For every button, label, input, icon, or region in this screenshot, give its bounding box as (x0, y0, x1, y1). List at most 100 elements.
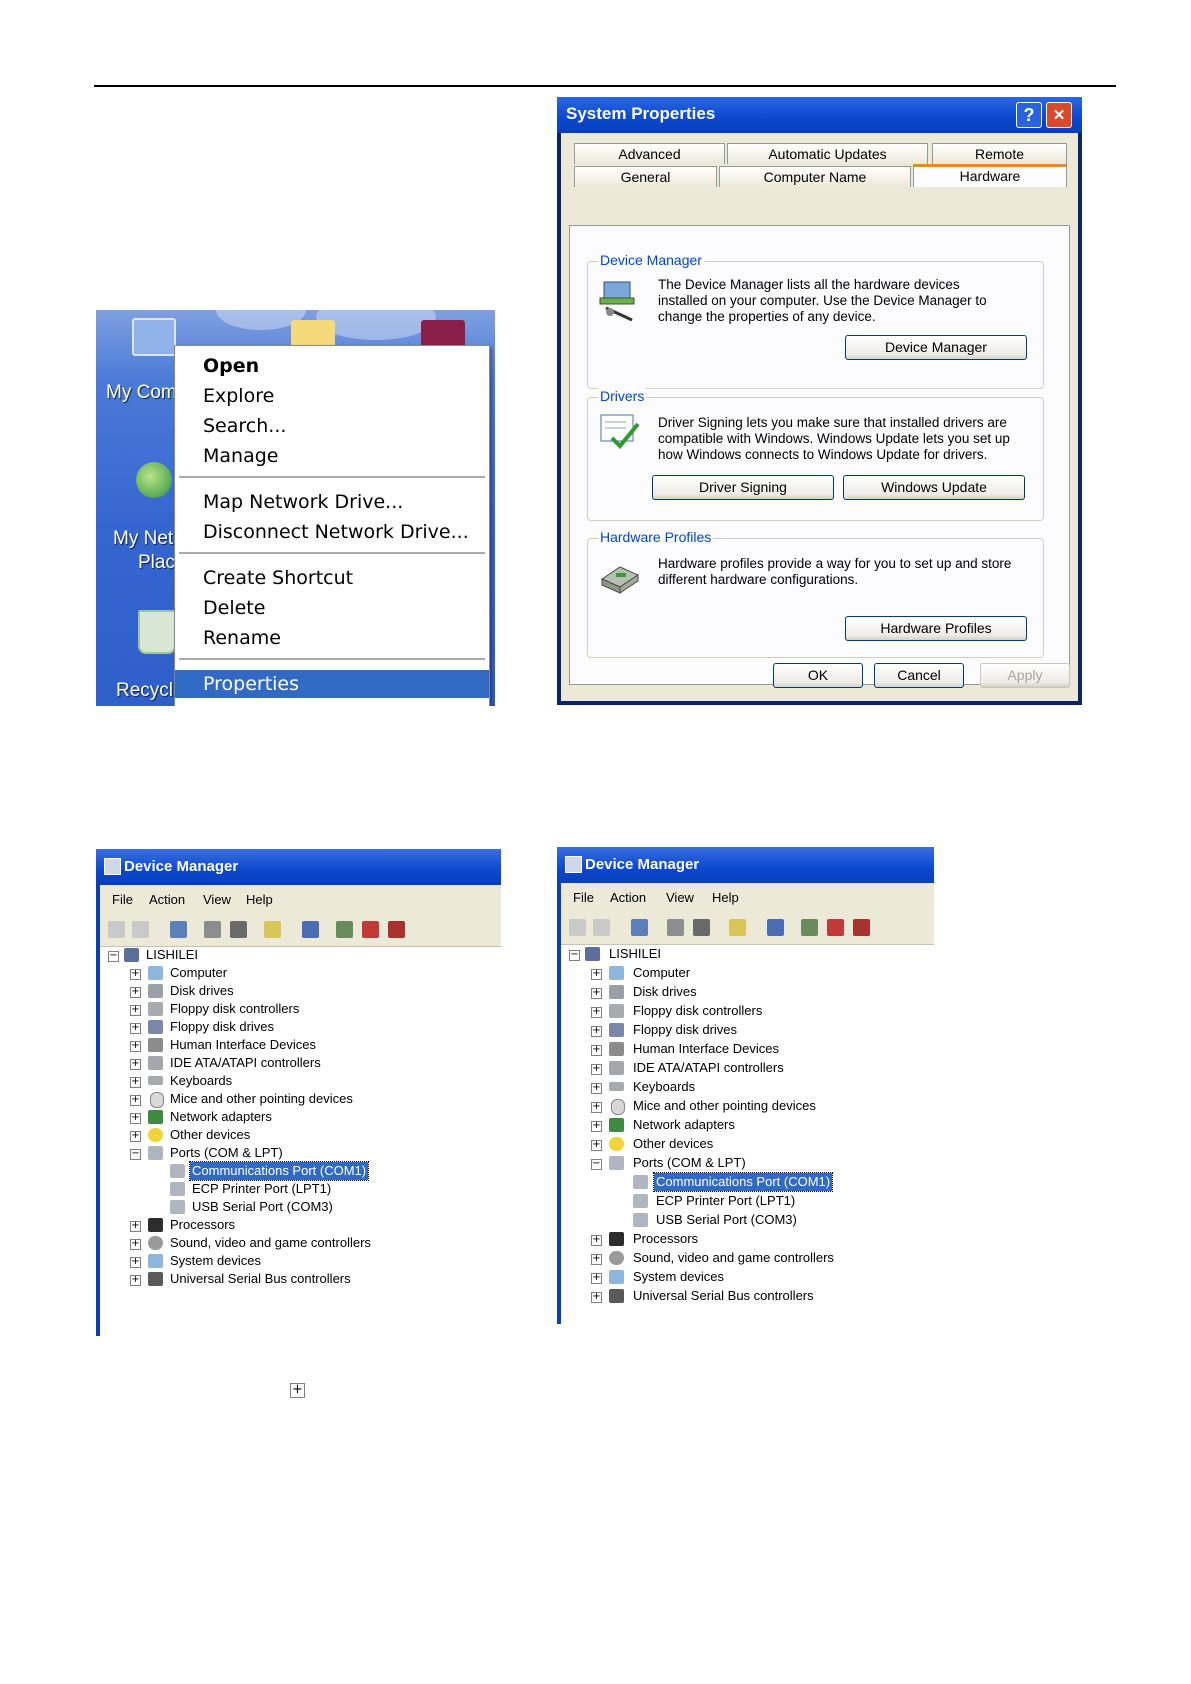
tree-item-keyboards[interactable]: Keyboards (633, 1078, 695, 1096)
expand-toggle[interactable]: + (130, 969, 141, 980)
update-driver-icon[interactable] (801, 919, 818, 936)
tab-general[interactable]: General (574, 166, 717, 187)
menu-item-disconnect-network-drive[interactable]: Disconnect Network Drive... (175, 518, 489, 546)
expand-toggle[interactable]: + (130, 987, 141, 998)
tree-item-ports[interactable]: Ports (COM & LPT) (170, 1144, 283, 1162)
menu-item-rename[interactable]: Rename (175, 624, 489, 652)
menu-file[interactable]: File (112, 892, 133, 907)
tree-item-keyboards[interactable]: Keyboards (170, 1072, 232, 1090)
menu-item-manage[interactable]: Manage (175, 442, 489, 470)
tree-item-disk-drives[interactable]: Disk drives (633, 983, 697, 1001)
expand-toggle[interactable]: + (591, 1235, 602, 1246)
ok-button[interactable]: OK (773, 663, 863, 688)
expand-toggle[interactable]: + (130, 1275, 141, 1286)
tree-item-com1[interactable]: Communications Port (COM1) (188, 1161, 370, 1181)
menu-help[interactable]: Help (712, 890, 739, 905)
tree-item-network-adapters[interactable]: Network adapters (633, 1116, 735, 1134)
expand-toggle[interactable]: + (130, 1023, 141, 1034)
tree-item-floppy-controllers[interactable]: Floppy disk controllers (633, 1002, 762, 1020)
tree-item-computer[interactable]: Computer (633, 964, 690, 982)
expand-toggle[interactable]: + (591, 988, 602, 999)
tree-item-disk-drives[interactable]: Disk drives (170, 982, 234, 1000)
menu-item-properties[interactable]: Properties (175, 670, 489, 698)
help-icon[interactable] (264, 921, 281, 938)
print-icon[interactable] (693, 919, 710, 936)
tree-item-sound[interactable]: Sound, video and game controllers (633, 1249, 834, 1267)
tree-item-floppy-drives[interactable]: Floppy disk drives (633, 1021, 737, 1039)
expand-toggle[interactable]: + (130, 1221, 141, 1232)
tree-item-com3[interactable]: USB Serial Port (COM3) (656, 1211, 797, 1229)
tree-item-ide[interactable]: IDE ATA/ATAPI controllers (633, 1059, 784, 1077)
title-bar[interactable]: System Properties ? ✕ (557, 97, 1082, 133)
tab-automatic-updates[interactable]: Automatic Updates (727, 143, 928, 164)
tab-remote[interactable]: Remote (932, 143, 1067, 164)
uninstall-icon[interactable] (362, 921, 379, 938)
uninstall-icon[interactable] (827, 919, 844, 936)
tree-item-lpt1[interactable]: ECP Printer Port (LPT1) (192, 1180, 331, 1198)
tree-item-usb[interactable]: Universal Serial Bus controllers (170, 1270, 351, 1288)
collapse-toggle[interactable]: − (591, 1159, 602, 1170)
title-bar[interactable]: Device Manager (96, 849, 501, 885)
scan-hardware-icon[interactable] (302, 921, 319, 938)
expand-toggle[interactable]: + (591, 1273, 602, 1284)
expand-toggle[interactable]: + (591, 1083, 602, 1094)
cancel-button[interactable]: Cancel (874, 663, 964, 688)
menu-item-explore[interactable]: Explore (175, 382, 489, 410)
tab-hardware[interactable]: Hardware (913, 164, 1067, 187)
windows-update-button[interactable]: Windows Update (843, 475, 1025, 500)
tree-item-hid[interactable]: Human Interface Devices (633, 1040, 779, 1058)
tree-item-ports[interactable]: Ports (COM & LPT) (633, 1154, 746, 1172)
tree-item-usb[interactable]: Universal Serial Bus controllers (633, 1287, 814, 1305)
collapse-toggle[interactable]: − (130, 1149, 141, 1160)
tree-item-ide[interactable]: IDE ATA/ATAPI controllers (170, 1054, 321, 1072)
expand-toggle[interactable]: + (130, 1005, 141, 1016)
collapse-toggle[interactable]: − (569, 950, 580, 961)
menu-item-create-shortcut[interactable]: Create Shortcut (175, 564, 489, 592)
collapse-toggle[interactable]: − (108, 951, 119, 962)
tree-root[interactable]: LISHILEI (146, 946, 198, 964)
expand-toggle[interactable]: + (130, 1239, 141, 1250)
title-bar[interactable]: Device Manager (557, 847, 934, 883)
tree-item-hid[interactable]: Human Interface Devices (170, 1036, 316, 1054)
menu-item-open[interactable]: Open (175, 352, 489, 380)
forward-icon[interactable] (593, 919, 610, 936)
expand-toggle[interactable]: + (591, 1007, 602, 1018)
tree-item-system-devices[interactable]: System devices (633, 1268, 724, 1286)
back-icon[interactable] (108, 921, 125, 938)
tree-item-system-devices[interactable]: System devices (170, 1252, 261, 1270)
expand-toggle[interactable]: + (591, 1102, 602, 1113)
print-icon[interactable] (230, 921, 247, 938)
help-icon[interactable] (729, 919, 746, 936)
back-icon[interactable] (569, 919, 586, 936)
tree-item-floppy-drives[interactable]: Floppy disk drives (170, 1018, 274, 1036)
show-hide-tree-icon[interactable] (631, 919, 648, 936)
expand-toggle[interactable]: + (130, 1131, 141, 1142)
update-driver-icon[interactable] (336, 921, 353, 938)
tree-item-other-devices[interactable]: Other devices (170, 1126, 250, 1144)
expand-toggle[interactable]: + (591, 1045, 602, 1056)
tab-computer-name[interactable]: Computer Name (719, 166, 911, 187)
tab-advanced[interactable]: Advanced (574, 143, 725, 164)
tree-item-computer[interactable]: Computer (170, 964, 227, 982)
help-button[interactable]: ? (1016, 102, 1042, 128)
expand-toggle[interactable]: + (591, 1064, 602, 1075)
tree-item-mice[interactable]: Mice and other pointing devices (170, 1090, 353, 1108)
tree-item-other-devices[interactable]: Other devices (633, 1135, 713, 1153)
menu-item-map-network-drive[interactable]: Map Network Drive... (175, 488, 489, 516)
apply-button[interactable]: Apply (980, 663, 1070, 688)
properties-icon[interactable] (204, 921, 221, 938)
expand-toggle[interactable]: + (591, 969, 602, 980)
network-places-icon[interactable] (136, 462, 172, 498)
expand-toggle[interactable]: + (591, 1292, 602, 1303)
expand-toggle[interactable]: + (591, 1026, 602, 1037)
menu-item-delete[interactable]: Delete (175, 594, 489, 622)
tree-item-mice[interactable]: Mice and other pointing devices (633, 1097, 816, 1115)
expand-toggle[interactable]: + (591, 1254, 602, 1265)
driver-signing-button[interactable]: Driver Signing (652, 475, 834, 500)
menu-action[interactable]: Action (149, 892, 185, 907)
tree-item-com3[interactable]: USB Serial Port (COM3) (192, 1198, 333, 1216)
menu-help[interactable]: Help (246, 892, 273, 907)
close-button[interactable]: ✕ (1046, 102, 1072, 128)
expand-toggle[interactable]: + (130, 1077, 141, 1088)
expand-toggle[interactable]: + (130, 1041, 141, 1052)
